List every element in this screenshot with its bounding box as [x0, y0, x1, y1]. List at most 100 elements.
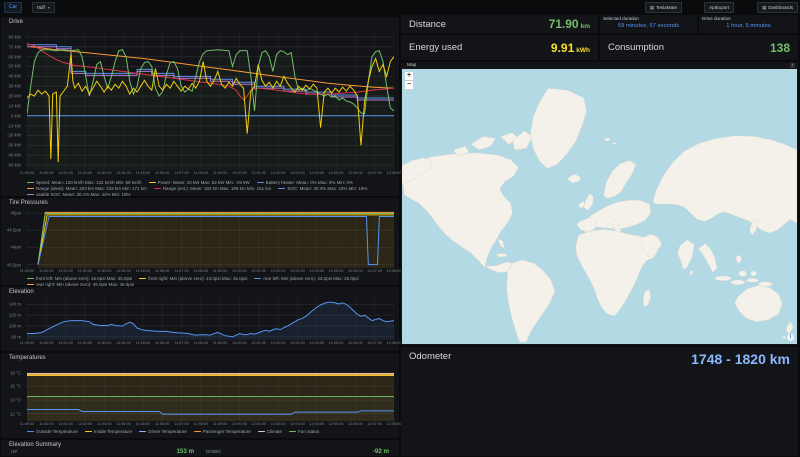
x-axis-label: 11:56:00 [155, 171, 170, 175]
y-axis-label: 140 m [9, 302, 21, 307]
up-label: UP [11, 449, 17, 454]
y-axis-label: -50 kW [7, 163, 21, 168]
legend-item[interactable]: SOC: Mean: 30.3% Max: 43% Min: 18% [278, 186, 367, 191]
x-axis-label: 12:08:00 [387, 341, 402, 345]
x-axis-label: 11:50:00 [39, 341, 54, 345]
x-axis-label: 11:59:00 [213, 171, 228, 175]
elevation-up-cell: UP 153 m [5, 448, 200, 455]
legend-item[interactable]: Driver Temperature [139, 429, 186, 434]
panel-title[interactable]: Drive [9, 19, 23, 25]
legend-series-swatch [139, 431, 146, 433]
temperatures-panel: Temperatures 18 °C16 °C14 °C12 °C 11:49:… [1, 353, 399, 438]
x-axis-label: 12:02:00 [271, 341, 286, 345]
legend-item[interactable]: Power: Mean: 10 kW Max: 63 kW Min: -29 k… [149, 180, 250, 185]
down-label: DOWN [206, 449, 221, 454]
x-axis-label: 11:58:00 [194, 422, 209, 426]
panel-title[interactable]: Map [407, 63, 416, 68]
x-axis-label: 12:04:00 [309, 171, 324, 175]
x-axis-label: 11:58:00 [194, 171, 209, 175]
x-axis-label: 12:07:00 [367, 341, 382, 345]
x-axis-label: 11:59:00 [213, 422, 228, 426]
x-axis-label: 11:53:00 [97, 171, 112, 175]
top-navigation: Car null▾ ▦TeslaMate ApiExport ▦Dashboar… [0, 0, 800, 14]
legend-item[interactable]: Range (ideal): Mean: 203 km Max: 233 km … [27, 186, 147, 191]
x-axis-label: 11:56:00 [155, 422, 170, 426]
x-axis-label: 11:57:00 [174, 422, 189, 426]
x-axis-label: 12:08:00 [387, 269, 402, 273]
legend-item[interactable]: Inside Temperature [85, 429, 132, 434]
panel-title[interactable]: Temperatures [9, 355, 46, 361]
x-axis: 11:49:0011:50:0011:51:0011:52:0011:53:00… [27, 341, 394, 347]
distance-title: Distance [409, 19, 446, 30]
panel-title[interactable]: Elevation [9, 289, 34, 295]
x-axis-label: 11:53:00 [97, 422, 112, 426]
y-axis-label: 44psi [11, 245, 22, 250]
odometer-panel: Odometer 1748 - 1820 km [401, 347, 798, 456]
x-axis-label: 12:03:00 [290, 341, 305, 345]
elevation-down-cell: DOWN -92 m [200, 448, 395, 455]
distance-panel: Distance 71.90km [401, 15, 598, 33]
world-map-svg [402, 69, 797, 344]
x-axis-label: 12:06:00 [348, 269, 363, 273]
legend-item[interactable]: Climate [258, 429, 282, 434]
legend-item[interactable]: usable SOC: Mean: 30.1% Max: 42% Min: 18… [27, 192, 131, 197]
y-axis-label: -30 kW [7, 143, 21, 148]
apiexport-link-button[interactable]: ApiExport [704, 2, 734, 13]
energy-used-value: 9.91kWh [551, 41, 590, 55]
y-axis-label: 12 °C [10, 411, 21, 416]
y-axis-label: 100 m [9, 324, 21, 329]
x-axis-label: 12:00:00 [232, 269, 247, 273]
x-axis-label: 12:00:00 [232, 422, 247, 426]
legend-series-swatch [85, 431, 92, 433]
legend-item[interactable]: Range (est.): Mean: 183 km Max: 189 km M… [154, 186, 272, 191]
panel-info-icon[interactable]: i [790, 63, 795, 68]
legend-series-swatch [278, 188, 285, 190]
legend-series-swatch [139, 278, 146, 280]
legend-item[interactable]: Passenger Temperature [194, 429, 251, 434]
zoom-in-button[interactable]: + [405, 72, 413, 81]
legend-item[interactable]: front right: Min (above zero): 43.0psi M… [139, 276, 247, 281]
legend-item[interactable]: Speed: Mean: 120 km/h Max: 132 km/h Min:… [27, 180, 142, 185]
drive-chart-plot[interactable] [27, 29, 394, 170]
dashboards-link-button[interactable]: ▦Dashboards [757, 2, 798, 13]
x-axis-label: 12:07:00 [367, 422, 382, 426]
grid-icon: ▦ [762, 5, 766, 10]
x-axis-label: 12:05:00 [329, 422, 344, 426]
legend-item[interactable]: rear left: Min (above zero): 43.0psi Max… [254, 276, 358, 281]
x-axis-label: 11:52:00 [78, 269, 93, 273]
x-axis-label: 12:05:00 [329, 171, 344, 175]
drive-duration-panel: Drive duration 1 hour, 5 minutes [699, 15, 798, 33]
x-axis-label: 11:57:00 [174, 269, 189, 273]
y-axis-label: 43.5psi [7, 262, 21, 267]
teslamate-link-button[interactable]: ▦TeslaMate [645, 2, 682, 13]
x-axis-label: 11:51:00 [58, 269, 73, 273]
chart-legend: Speed: Mean: 120 km/h Max: 132 km/h Min:… [27, 180, 396, 194]
y-axis-label: 40 kW [9, 74, 21, 79]
energy-used-panel: Energy used 9.91kWh [401, 35, 598, 60]
y-axis-label: 80 kW [9, 34, 21, 39]
world-map[interactable]: + − i [402, 69, 797, 344]
x-axis-label: 12:06:00 [348, 171, 363, 175]
zoom-out-button[interactable]: − [405, 81, 413, 90]
elevation-chart-plot[interactable] [27, 298, 394, 340]
x-axis-label: 11:56:00 [155, 341, 170, 345]
temps-chart-plot[interactable] [27, 364, 394, 421]
y-axis-label: 10 kW [9, 103, 21, 108]
y-axis: 18 °C16 °C14 °C12 °C [1, 364, 24, 421]
map-attribution-icon[interactable]: i [787, 334, 794, 341]
x-axis-label: 12:01:00 [251, 269, 266, 273]
legend-item[interactable]: front left: Min (above zero): 45.0psi Ma… [27, 276, 132, 281]
panel-title[interactable]: Tire Pressures [9, 200, 48, 206]
x-axis-label: 12:08:00 [387, 171, 402, 175]
x-axis-label: 12:08:00 [387, 422, 402, 426]
distance-value: 71.90km [549, 17, 590, 31]
legend-item[interactable]: Outside Temperature [27, 429, 78, 434]
legend-item[interactable]: Battery heater: Mean: 0% Max: 0% Min: 0% [257, 180, 353, 185]
x-axis-label: 12:02:00 [271, 171, 286, 175]
y-axis-label: 44.5psi [7, 228, 21, 233]
car-variable-chip[interactable]: Car [4, 2, 22, 13]
drive-select-dropdown[interactable]: null▾ [32, 2, 55, 13]
tires-chart-plot[interactable] [27, 209, 394, 268]
legend-item[interactable]: Fan status [289, 429, 319, 434]
up-value: 153 m [176, 448, 194, 455]
